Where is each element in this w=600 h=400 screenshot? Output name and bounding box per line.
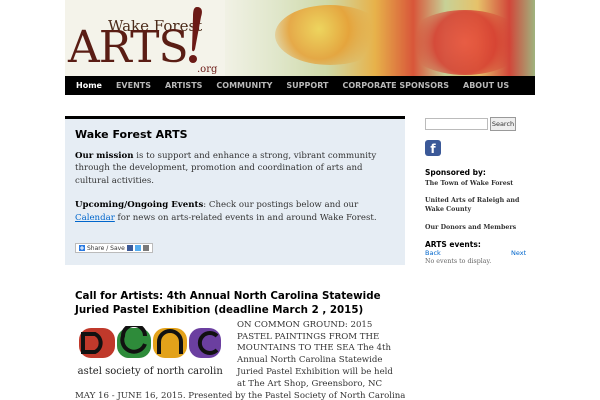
logo-arts-text: ARTS	[68, 22, 189, 73]
sponsor-united-arts[interactable]: United Arts of Raleigh and Wake County	[425, 196, 520, 214]
post-title[interactable]: Call for Artists: 4th Annual North Carol…	[75, 289, 400, 317]
facebook-icon[interactable]: f	[425, 140, 441, 156]
twitter-small-icon	[134, 245, 141, 252]
share-save-button[interactable]: Share / Save	[75, 243, 153, 254]
upcoming-label: Upcoming/Ongoing Events	[75, 200, 204, 211]
search-input[interactable]	[425, 118, 488, 130]
upcoming-paragraph: Upcoming/Ongoing Events: Check our posti…	[75, 199, 395, 224]
site-logo[interactable]: Wake Forest ARTS .org	[65, 0, 225, 76]
nav-home[interactable]: Home	[65, 76, 109, 95]
nav-about-us[interactable]: ABOUT US	[456, 76, 516, 95]
post-excerpt: ON COMMON GROUND: 2015 PASTEL PAINTINGS …	[237, 320, 393, 389]
mission-label: Our mission	[75, 151, 134, 161]
upcoming-text-after: for news on arts-related events in and a…	[114, 212, 377, 223]
pastel-society-logo-image: pastel society of north carolina	[77, 326, 223, 382]
intro-title: Wake Forest ARTS	[75, 128, 188, 141]
facebook-small-icon	[126, 245, 133, 252]
banner-flower-photo	[215, 0, 535, 76]
intro-box: Wake Forest ARTS Our mission is to suppo…	[65, 116, 405, 265]
mission-paragraph: Our mission is to support and enhance a …	[75, 150, 395, 187]
share-icon	[79, 245, 85, 252]
share-save-label: Share / Save	[87, 244, 125, 252]
sponsor-town-of-wake-forest[interactable]: The Town of Wake Forest	[425, 179, 525, 188]
sponsored-heading: Sponsored by:	[425, 168, 486, 177]
calendar-link[interactable]: Calendar	[75, 213, 115, 223]
arts-events-heading: ARTS events:	[425, 240, 481, 249]
logo-org-text: .org	[197, 64, 218, 75]
nav-corporate-sponsors[interactable]: CORPORATE SPONSORS	[335, 76, 456, 95]
no-events-text: No events to display.	[425, 258, 492, 265]
pastel-society-caption: pastel society of north carolina	[77, 366, 223, 377]
events-next-link[interactable]: Next	[511, 249, 526, 257]
nav-artists[interactable]: ARTISTS	[158, 76, 209, 95]
nav-community[interactable]: COMMUNITY	[209, 76, 279, 95]
search-button[interactable]: Search	[490, 117, 516, 131]
nav-support[interactable]: SUPPORT	[279, 76, 335, 95]
email-small-icon	[142, 245, 149, 252]
nav-events[interactable]: EVENTS	[109, 76, 158, 95]
header-banner: Wake Forest ARTS .org	[65, 0, 535, 76]
post-excerpt-continued: MAY 16 - JUNE 16, 2015. Presented by the…	[75, 391, 405, 400]
main-nav: Home EVENTS ARTISTS COMMUNITY SUPPORT CO…	[65, 76, 535, 95]
events-back-link[interactable]: Back	[425, 249, 441, 257]
logo-exclamation-icon	[189, 7, 202, 63]
sponsor-donors-members[interactable]: Our Donors and Members	[425, 223, 525, 232]
upcoming-text-before: : Check our postings below and our	[203, 200, 359, 211]
